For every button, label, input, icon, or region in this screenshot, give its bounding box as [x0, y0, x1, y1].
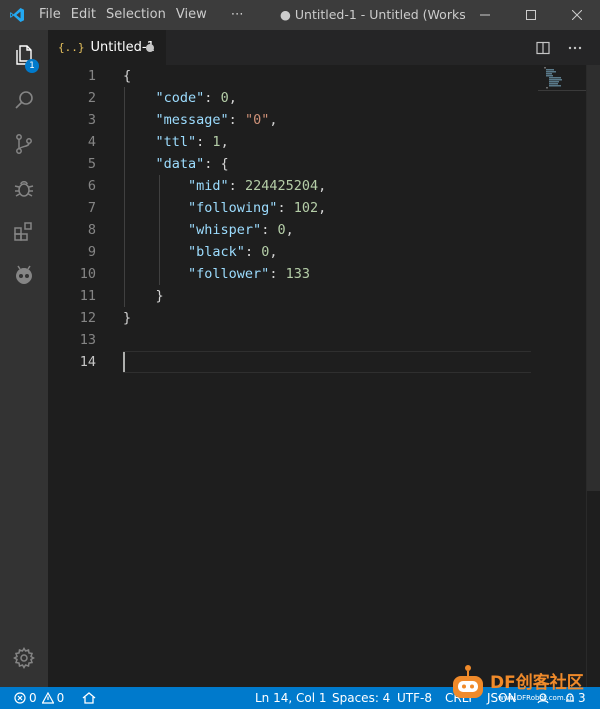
code-line: "whisper": 0, [188, 222, 294, 238]
code-line: "black": 0, [188, 244, 278, 260]
line-number-active: 14 [79, 354, 96, 370]
code-line: "code": 0, [155, 90, 237, 106]
error-count: 0 [29, 691, 37, 705]
code-line: "data": { [155, 156, 229, 172]
line-number: 1 [87, 68, 96, 84]
code-line: } [123, 310, 132, 326]
source-control-icon[interactable] [0, 122, 48, 166]
split-editor-icon[interactable] [528, 30, 558, 65]
line-number: 3 [87, 112, 96, 128]
current-line-highlight [123, 351, 531, 373]
platformio-icon[interactable] [0, 254, 48, 298]
menu-file[interactable]: File [34, 0, 66, 30]
editor[interactable]: 1 2 3 4 5 6 7 8 9 10 11 12 13 14 { "code… [48, 65, 600, 687]
unsaved-dot-icon[interactable] [146, 44, 154, 52]
code-line: { [123, 68, 132, 84]
code-line: "message": "0", [155, 112, 278, 128]
code-line: "ttl": 1, [155, 134, 229, 150]
menu-view[interactable]: View [171, 0, 212, 30]
line-number: 10 [79, 266, 96, 282]
line-number: 13 [79, 332, 96, 348]
close-window-button[interactable] [554, 0, 600, 30]
indentation[interactable]: Spaces: 4 [332, 687, 390, 709]
watermark-subtext: www.DFRobot.com.cn [498, 694, 575, 702]
settings-gear-icon[interactable] [0, 636, 48, 680]
window-title: ● Untitled-1 - Untitled (Worksp... [280, 7, 465, 22]
line-number: 6 [87, 178, 96, 194]
code-line: "mid": 224425204, [188, 178, 327, 194]
error-icon [14, 692, 26, 704]
line-number: 11 [79, 288, 96, 304]
tab-untitled-1[interactable]: {..} Untitled-1 [48, 30, 166, 65]
line-number: 5 [87, 156, 96, 172]
tab-bar: {..} Untitled-1 [48, 30, 600, 65]
menu-more[interactable]: ⋯ [226, 0, 249, 30]
line-number: 4 [87, 134, 96, 150]
line-number: 8 [87, 222, 96, 238]
minimap[interactable] [538, 65, 586, 95]
line-number: 2 [87, 90, 96, 106]
home-icon[interactable] [82, 687, 96, 709]
json-file-icon: {..} [58, 41, 85, 54]
scrollbar-thumb[interactable] [587, 65, 600, 491]
dfrobot-watermark: DF创客社区 www.DFRobot.com.cn [448, 660, 598, 706]
code-line: "following": 102, [188, 200, 327, 216]
warning-count: 0 [56, 691, 65, 705]
minimize-button[interactable] [462, 0, 508, 30]
vscode-logo-icon[interactable] [0, 0, 34, 30]
menu-bar: File Edit Selection View ⋯ [34, 0, 249, 30]
watermark-text: DF创客社区 [490, 673, 584, 693]
explorer-icon[interactable]: 1 [0, 33, 48, 77]
search-icon[interactable] [0, 78, 48, 122]
line-number: 12 [79, 310, 96, 326]
line-number: 7 [87, 200, 96, 216]
extensions-icon[interactable] [0, 210, 48, 254]
title-bar: File Edit Selection View ⋯ ● Untitled-1 … [0, 0, 600, 30]
maximize-button[interactable] [508, 0, 554, 30]
menu-edit[interactable]: Edit [66, 0, 101, 30]
warning-icon [41, 692, 54, 704]
more-actions-icon[interactable] [560, 30, 590, 65]
problems-indicator[interactable]: 0 0 [14, 687, 64, 709]
vertical-scrollbar[interactable] [586, 65, 600, 687]
explorer-badge: 1 [25, 59, 39, 73]
text-cursor [123, 352, 125, 372]
menu-selection[interactable]: Selection [101, 0, 171, 30]
encoding[interactable]: UTF-8 [397, 687, 432, 709]
code-line: } [155, 288, 164, 304]
line-number: 9 [87, 244, 96, 260]
code-line: "follower": 133 [188, 266, 310, 282]
dfrobot-robot-logo-icon [453, 665, 483, 698]
activity-bar: 1 [0, 30, 48, 687]
cursor-position[interactable]: Ln 14, Col 1 [255, 687, 327, 709]
debug-icon[interactable] [0, 166, 48, 210]
